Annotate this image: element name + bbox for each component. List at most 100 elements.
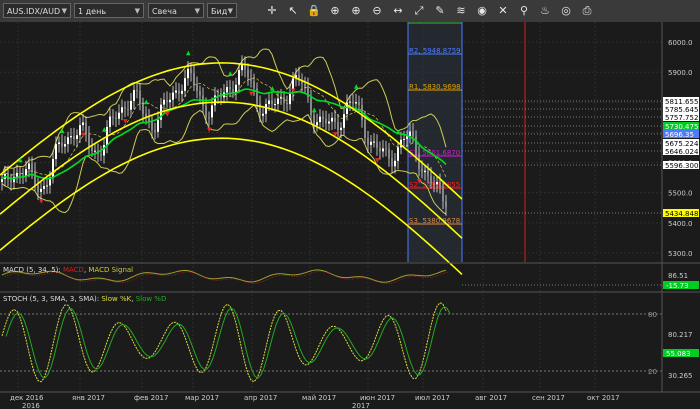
- time-axis-label: мар 2017: [185, 394, 219, 402]
- candle-body: [433, 183, 435, 185]
- candle-body: [238, 70, 240, 85]
- arrow-icon[interactable]: ↖: [285, 3, 301, 19]
- fit-icon[interactable]: ⤢: [411, 3, 427, 19]
- candle-body: [316, 122, 318, 126]
- candle-body: [70, 136, 72, 138]
- candle-body: [133, 90, 135, 101]
- target-icon[interactable]: ◎: [558, 3, 574, 19]
- pivot-label: S3, 5380.9678: [409, 217, 460, 225]
- candle-body: [46, 185, 48, 187]
- price-tick-label: 5500.0: [668, 190, 693, 198]
- chart-type-value: Свеча: [152, 7, 177, 16]
- zoom-icon[interactable]: ⊕: [327, 3, 343, 19]
- crosshair-icon[interactable]: ✛: [264, 3, 280, 19]
- candle-body: [394, 160, 396, 167]
- candle-body: [193, 73, 195, 85]
- zoom-out-icon[interactable]: ⊖: [369, 3, 385, 19]
- macd-label: MACD (5, 34, 5): MACD, MACD Signal: [3, 266, 133, 274]
- candle-body: [391, 158, 393, 167]
- candle-body: [211, 105, 213, 118]
- candle-body: [412, 131, 414, 137]
- candle-body: [337, 122, 339, 131]
- delete-icon[interactable]: ✕: [495, 3, 511, 19]
- candle-body: [421, 168, 423, 173]
- candle-body: [334, 117, 336, 123]
- candle-body: [403, 138, 405, 140]
- chevron-down-icon: ▼: [61, 7, 67, 15]
- chart-area[interactable]: R3, 6050.3716 R2, 5948.8759 R1, 5830.9698 S…: [0, 22, 700, 409]
- fractal-up-marker: ▲: [18, 157, 23, 164]
- stoch-tick-label: 80: [648, 311, 657, 319]
- fractal-down-marker: ▼: [291, 88, 296, 95]
- candle-body: [379, 147, 381, 152]
- candle-body: [415, 136, 417, 154]
- candle-body: [157, 119, 159, 132]
- candle-body: [343, 114, 345, 128]
- macd-tick-label: 86.51: [668, 272, 688, 280]
- time-axis-label: дек 2016: [10, 394, 44, 402]
- candle-body: [112, 116, 114, 118]
- stoch-tick-label: 30.265: [668, 372, 693, 380]
- candle-body: [169, 99, 171, 103]
- arrows-horizontal-icon[interactable]: ↔: [390, 3, 406, 19]
- candle-body: [235, 84, 237, 93]
- pivot-label: R1, 5830.9698: [409, 83, 461, 91]
- eye-icon[interactable]: ◉: [474, 3, 490, 19]
- candle-body: [121, 107, 123, 113]
- candle-body: [286, 103, 288, 105]
- layers-icon[interactable]: ≋: [453, 3, 469, 19]
- candle-body: [91, 146, 93, 151]
- price-badge-label: 5675.224: [665, 140, 699, 148]
- time-axis-label: июн 2017: [360, 394, 395, 402]
- fractal-down-marker: ▼: [417, 178, 422, 185]
- side-select[interactable]: Бид ▼: [207, 3, 237, 18]
- candle-body: [16, 172, 18, 177]
- price-badge-label: 5434.848: [665, 210, 698, 218]
- timeframe-select[interactable]: 1 день ▼: [74, 3, 144, 18]
- candle-body: [52, 159, 54, 178]
- candle-body: [385, 148, 387, 150]
- candle-body: [64, 144, 66, 147]
- price-tick-label: 5900.0: [668, 69, 693, 77]
- bell-icon[interactable]: ♨: [537, 3, 553, 19]
- candle-body: [94, 150, 96, 152]
- chart-type-select[interactable]: Свеча ▼: [148, 3, 204, 18]
- time-axis-label: сен 2017: [532, 394, 565, 402]
- candle-body: [436, 182, 438, 185]
- candle-body: [109, 116, 111, 127]
- year-label: 2017: [352, 402, 370, 409]
- candle-body: [34, 170, 36, 186]
- candle-body: [271, 100, 273, 105]
- candle-body: [265, 104, 267, 114]
- time-axis-label: янв 2017: [72, 394, 105, 402]
- candle-body: [139, 91, 141, 104]
- candle-body: [55, 144, 57, 160]
- zoom-in-icon[interactable]: ⊕: [348, 3, 364, 19]
- stoch-tick-label: 80.217: [668, 331, 693, 339]
- fractal-down-marker: ▼: [123, 118, 128, 125]
- symbol-value: AUS.IDX/AUD: [7, 7, 61, 16]
- candle-body: [196, 84, 198, 92]
- chevron-down-icon: ▼: [227, 7, 233, 15]
- pin-icon[interactable]: ⚲: [516, 3, 532, 19]
- candle-body: [187, 68, 189, 79]
- candle-body: [19, 172, 21, 176]
- candle-body: [37, 185, 39, 192]
- lock-icon[interactable]: 🔒: [306, 3, 322, 19]
- candle-body: [355, 102, 357, 104]
- candle-body: [247, 69, 249, 78]
- candle-body: [115, 117, 117, 119]
- chevron-down-icon: ▼: [134, 7, 140, 15]
- print-icon[interactable]: ⎙: [579, 3, 595, 19]
- time-axis-label: фев 2017: [134, 394, 168, 402]
- year-label: 2016: [22, 402, 40, 409]
- fractal-down-marker: ▼: [207, 126, 212, 133]
- candle-body: [358, 102, 360, 106]
- symbol-select[interactable]: AUS.IDX/AUD ▼: [3, 3, 71, 18]
- candle-body: [76, 135, 78, 139]
- candle-body: [373, 141, 375, 143]
- candle-body: [166, 99, 168, 103]
- candle-body: [382, 148, 384, 152]
- draw-icon[interactable]: ✎: [432, 3, 448, 19]
- fractal-up-marker: ▲: [102, 126, 107, 133]
